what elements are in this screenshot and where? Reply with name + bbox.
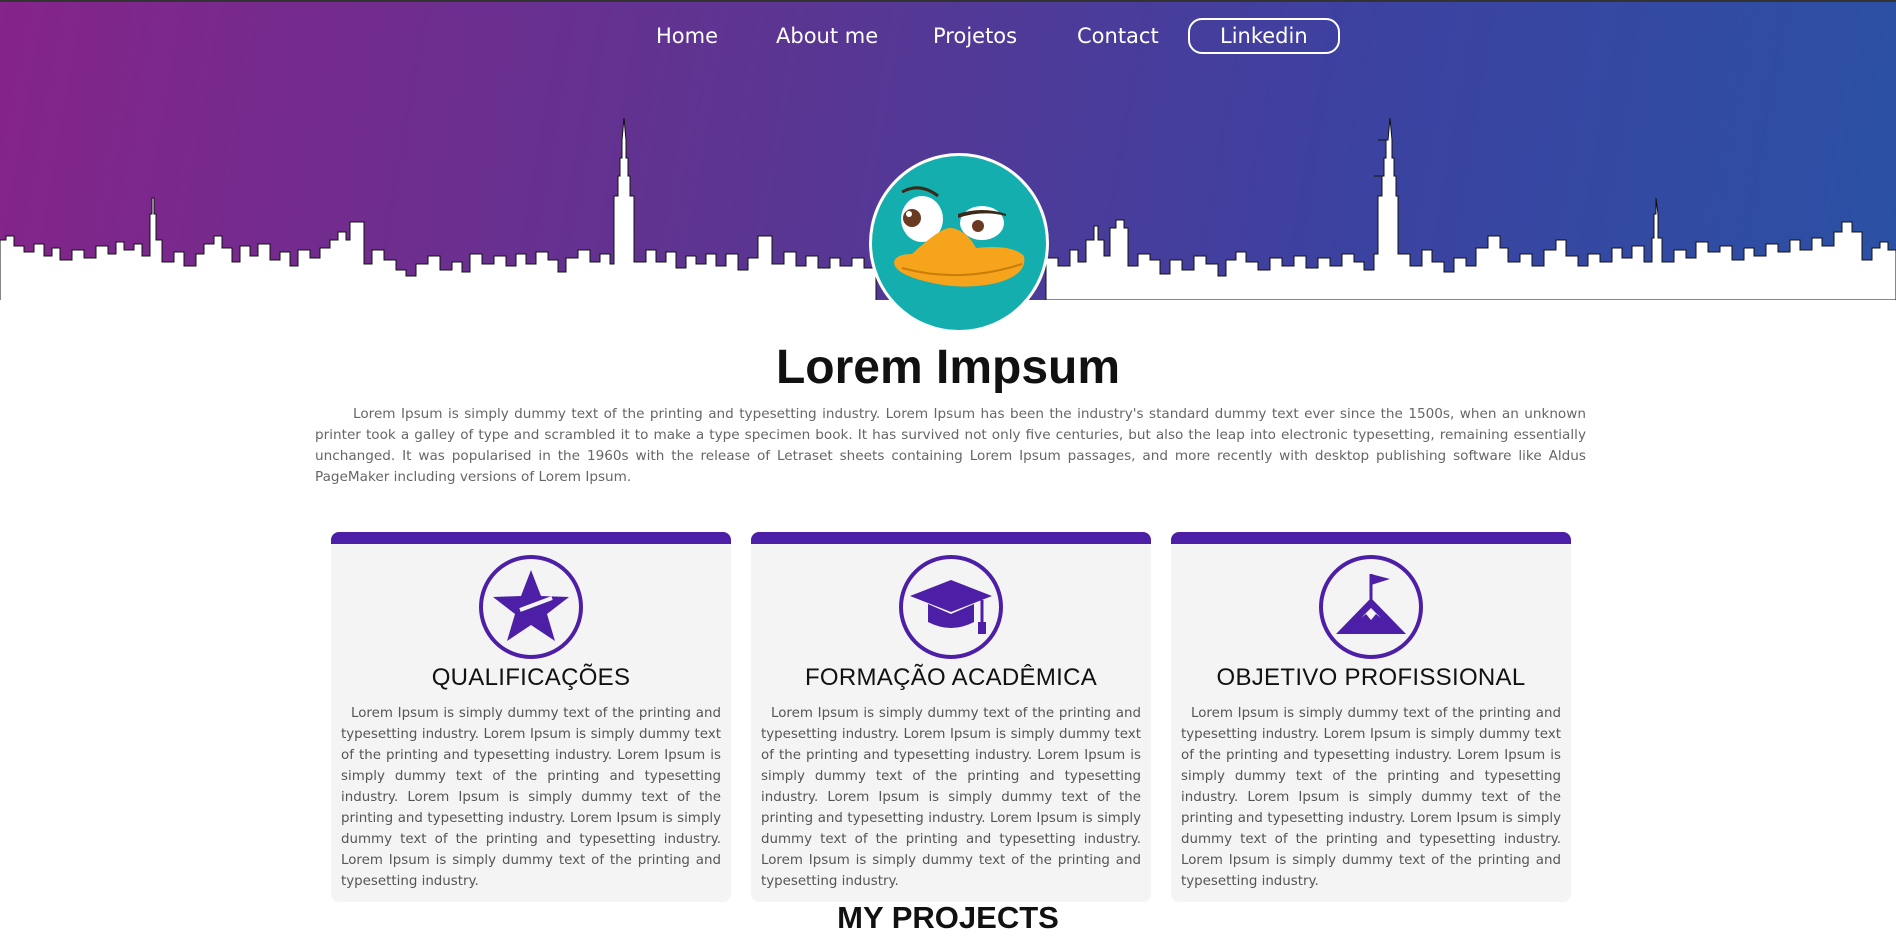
card-text: Lorem Ipsum is simply dummy text of the … xyxy=(761,706,1141,889)
nav-home-link[interactable]: Home xyxy=(656,18,718,54)
linkedin-button[interactable]: Linkedin xyxy=(1188,18,1340,54)
nav-contact-link[interactable]: Contact xyxy=(1077,18,1159,54)
card-top-bar xyxy=(1171,532,1571,544)
card-text: Lorem Ipsum is simply dummy text of the … xyxy=(1181,706,1561,889)
my-projects-heading: MY PROJECTS xyxy=(837,900,1059,935)
mountain-flag-icon xyxy=(1319,555,1423,659)
card-top-bar xyxy=(751,532,1151,544)
card-title: FORMAÇÃO ACADÊMICA xyxy=(804,664,1098,691)
card-top-bar xyxy=(331,532,731,544)
graduation-cap-icon xyxy=(899,555,1003,659)
card-qualificacoes: QUALIFICAÇÕES Lorem Ipsum is simply dumm… xyxy=(331,532,731,902)
profile-avatar xyxy=(869,153,1049,333)
nav-projetos-link[interactable]: Projetos xyxy=(933,18,1017,54)
nav-about-me-link[interactable]: About me xyxy=(776,18,878,54)
card-objetivo-profissional: OBJETIVO PROFISSIONAL Lorem Ipsum is sim… xyxy=(1171,532,1571,902)
card-title: QUALIFICAÇÕES xyxy=(431,664,631,691)
top-navigation: Home About me Projetos Contact Linkedin xyxy=(0,18,1896,56)
profile-name: Lorem Impsum xyxy=(775,341,1121,394)
profile-intro-text: Lorem Ipsum is simply dummy text of the … xyxy=(315,406,1586,485)
card-text: Lorem Ipsum is simply dummy text of the … xyxy=(341,706,721,889)
star-badge-icon xyxy=(479,555,583,659)
card-title: OBJETIVO PROFISSIONAL xyxy=(1216,664,1526,691)
platypus-avatar-icon xyxy=(872,156,1046,330)
card-formacao-academica: FORMAÇÃO ACADÊMICA Lorem Ipsum is simply… xyxy=(751,532,1151,902)
